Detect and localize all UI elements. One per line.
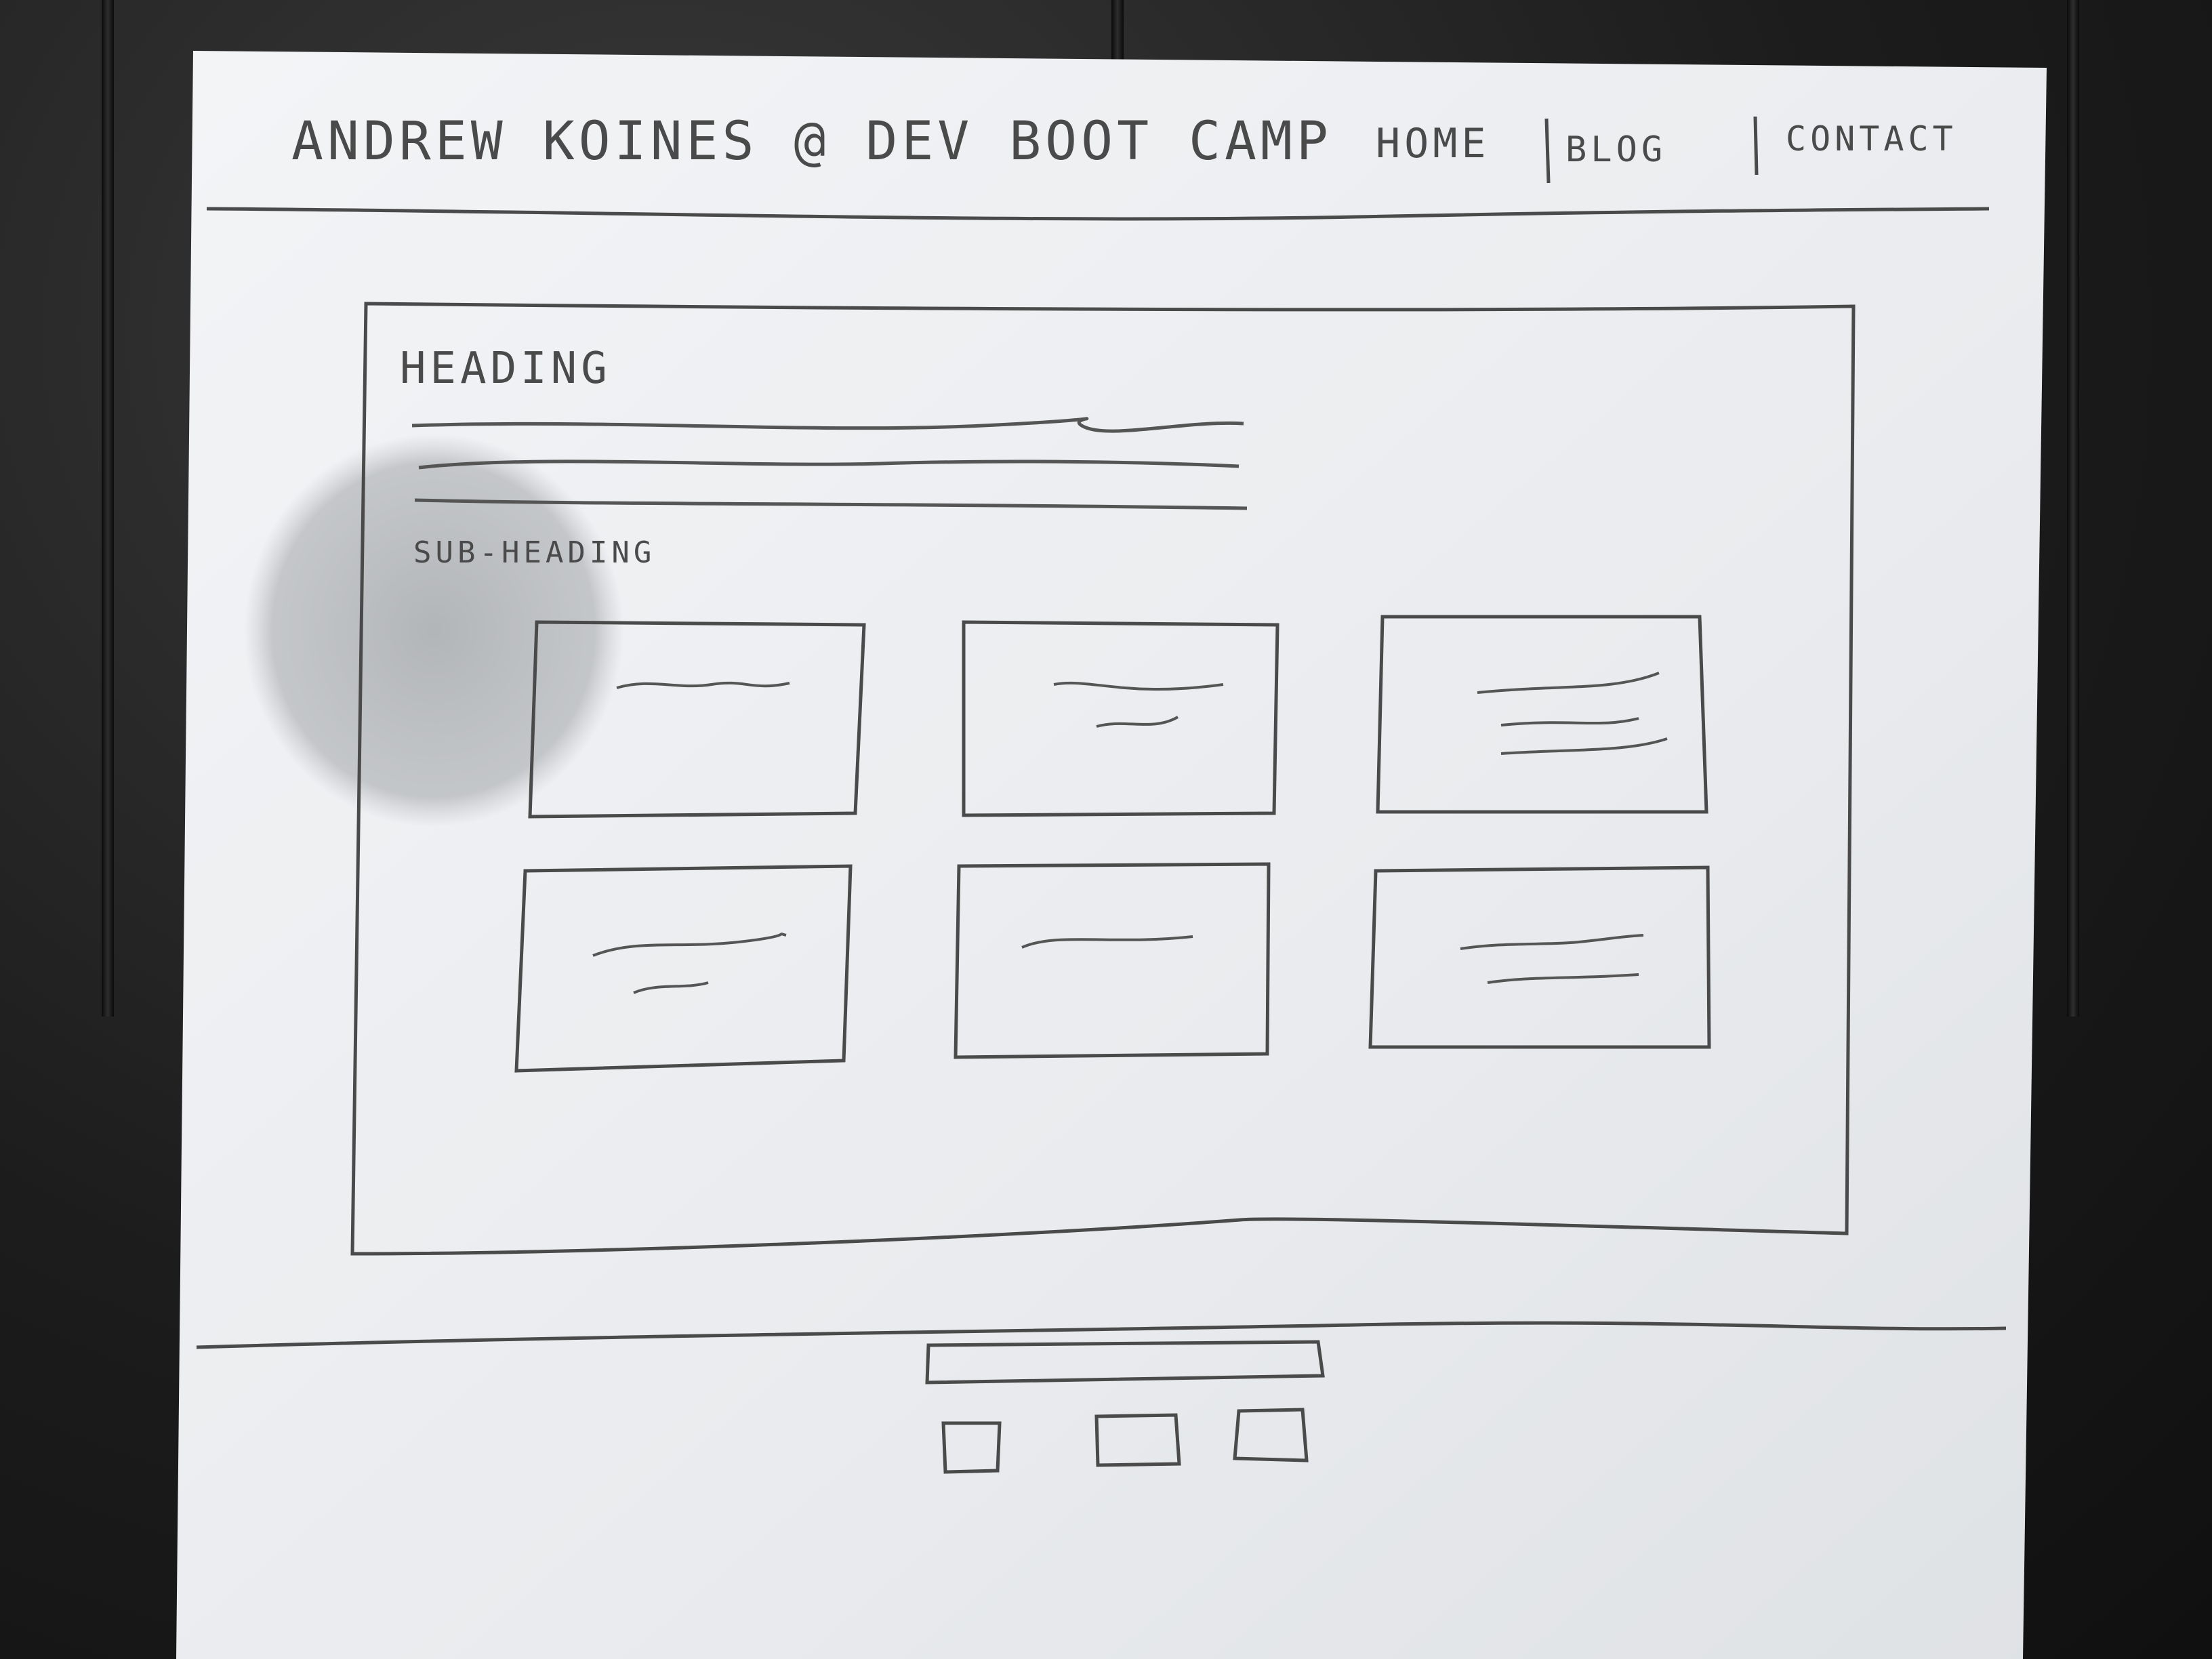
- site-title: ANDREW KOINES @ DEV BOOT CAMP: [291, 111, 1332, 172]
- page-subheading: SUB-HEADING: [413, 535, 655, 570]
- nav-contact-link[interactable]: CONTACT: [1786, 119, 1957, 159]
- nav-blog-link[interactable]: BLOG: [1565, 129, 1666, 170]
- nav-home-link[interactable]: HOME: [1376, 120, 1490, 167]
- sketch-paper: ANDREW KOINES @ DEV BOOT CAMP HOME BLOG …: [176, 51, 2047, 1659]
- nav-divider: [1753, 116, 1759, 176]
- water-stain: [244, 434, 623, 827]
- page-heading: HEADING: [400, 344, 611, 394]
- nav-divider: [1544, 118, 1551, 184]
